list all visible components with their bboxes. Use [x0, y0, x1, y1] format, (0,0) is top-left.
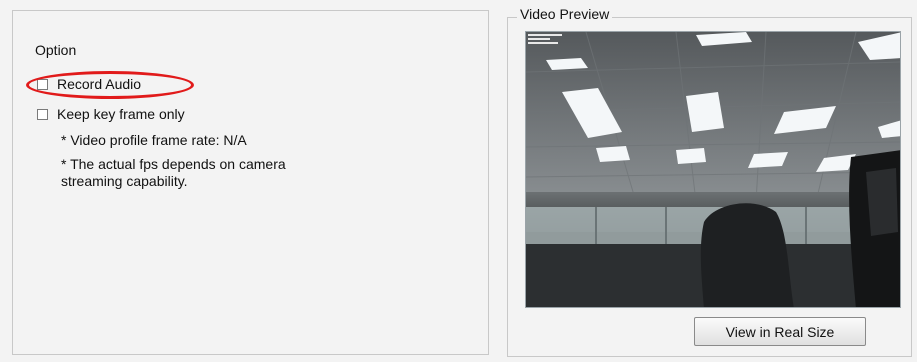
option-section-label: Option: [35, 42, 77, 58]
keep-key-frame-label[interactable]: Keep key frame only: [57, 106, 185, 122]
record-audio-checkbox[interactable]: [37, 78, 48, 90]
record-audio-row[interactable]: Record Audio: [37, 76, 141, 92]
camera-feed-image: [526, 32, 900, 307]
video-preview-title: Video Preview: [517, 6, 613, 22]
keep-key-frame-checkbox[interactable]: [37, 108, 48, 120]
view-in-real-size-button[interactable]: View in Real Size: [694, 317, 866, 346]
fps-note: * The actual fps depends on camera strea…: [61, 156, 286, 189]
video-preview-image: [525, 31, 901, 308]
option-panel: Option Record Audio Keep key frame only …: [12, 10, 489, 355]
keep-key-frame-row[interactable]: Keep key frame only: [37, 106, 185, 122]
frame-rate-note: * Video profile frame rate: N/A: [61, 132, 247, 148]
record-audio-label[interactable]: Record Audio: [57, 76, 141, 92]
